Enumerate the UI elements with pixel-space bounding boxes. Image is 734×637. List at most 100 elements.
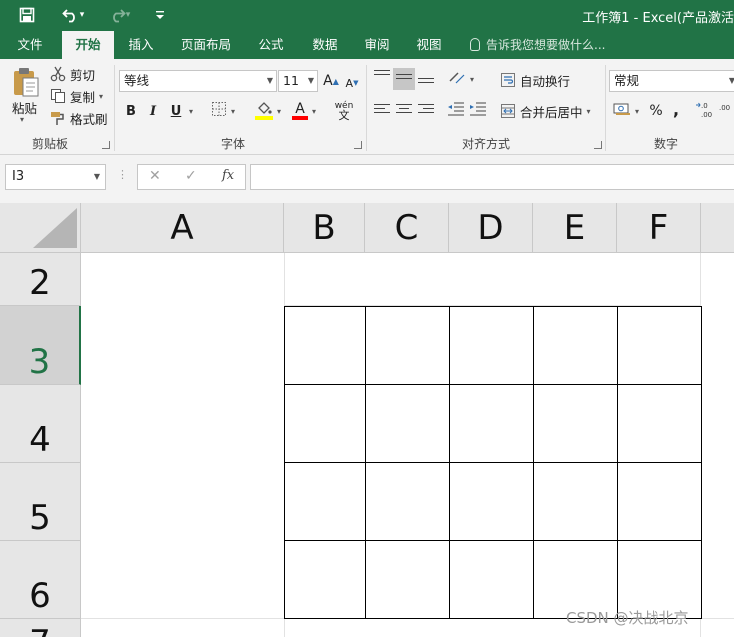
column-header-a[interactable]: A xyxy=(81,203,284,253)
font-size-select[interactable]: 11 ▼ xyxy=(278,70,318,92)
column-header-c[interactable]: C xyxy=(365,203,449,253)
table-cell[interactable] xyxy=(284,384,366,463)
font-name-select[interactable]: 等线 ▼ xyxy=(119,70,277,92)
align-right-button[interactable] xyxy=(416,100,436,122)
increase-indent-button[interactable] xyxy=(468,100,488,122)
comma-style-button[interactable]: , xyxy=(668,98,684,120)
copy-button[interactable]: 复制 ▾ xyxy=(50,86,103,106)
row-header-6[interactable]: 6 xyxy=(0,541,81,619)
decrease-font-size-button[interactable]: A ▼ xyxy=(344,72,360,94)
format-painter-icon xyxy=(50,110,66,126)
underline-button[interactable]: U xyxy=(167,100,185,122)
tab-insert[interactable]: 插入 xyxy=(120,31,162,59)
watermark: CSDN @决战北京 xyxy=(566,609,689,627)
table-cell[interactable] xyxy=(284,306,366,385)
tab-view[interactable]: 视图 xyxy=(408,31,450,59)
table-cell[interactable] xyxy=(284,540,366,619)
increase-decimal-button[interactable]: .0.00 xyxy=(694,100,716,122)
tab-data[interactable]: 数据 xyxy=(304,31,346,59)
percent-style-button[interactable]: % xyxy=(646,100,666,122)
underline-dropdown-icon[interactable]: ▾ xyxy=(186,100,196,122)
phonetic-guide-button[interactable]: wén 文 xyxy=(328,100,360,122)
fill-color-button[interactable]: ▾ xyxy=(250,100,286,122)
row-header-5[interactable]: 5 xyxy=(0,463,81,541)
format-painter-button[interactable]: 格式刷 xyxy=(50,108,108,128)
paste-button[interactable]: 粘贴 xyxy=(12,98,37,117)
tell-me-box[interactable]: 告诉我您想要做什么... xyxy=(470,31,605,59)
table-cell[interactable] xyxy=(449,306,534,385)
row-header-7[interactable]: 7 xyxy=(0,619,81,637)
formula-bar-grip-icon[interactable]: ⋮ xyxy=(117,168,128,181)
align-center-button[interactable] xyxy=(394,100,414,122)
accounting-format-button[interactable]: ▾ xyxy=(610,100,642,122)
tab-file[interactable]: 文件 xyxy=(8,31,52,59)
tab-home[interactable]: 开始 xyxy=(62,31,114,59)
table-cell[interactable] xyxy=(284,462,366,541)
copy-label: 复制 xyxy=(70,89,96,105)
table-cell[interactable] xyxy=(617,462,702,541)
tab-formulas[interactable]: 公式 xyxy=(250,31,292,59)
chevron-down-icon: ▼ xyxy=(266,76,273,85)
alignment-launcher-icon[interactable] xyxy=(594,141,602,149)
align-top-button[interactable] xyxy=(372,68,392,90)
table-cell[interactable] xyxy=(617,384,702,463)
merge-center-button[interactable]: 合并后居中 ▾ xyxy=(500,101,591,121)
chevron-down-icon[interactable]: ▾ xyxy=(587,107,591,116)
cancel-icon[interactable]: ✕ xyxy=(149,168,161,184)
column-header-g[interactable] xyxy=(701,203,734,253)
column-header-d[interactable]: D xyxy=(449,203,533,253)
copy-dropdown-icon[interactable]: ▾ xyxy=(99,92,103,101)
customize-qat-icon[interactable] xyxy=(152,4,168,26)
formula-input[interactable] xyxy=(250,164,734,190)
row-header-3[interactable]: 3 xyxy=(0,306,81,385)
align-middle-icon xyxy=(396,74,412,88)
decrease-indent-button[interactable] xyxy=(446,100,466,122)
row-header-2[interactable]: 2 xyxy=(0,253,81,306)
cut-button[interactable]: 剪切 xyxy=(50,64,95,84)
row-header-4[interactable]: 4 xyxy=(0,385,81,463)
increase-font-size-button[interactable]: A ▲ xyxy=(322,70,340,92)
align-bottom-button[interactable] xyxy=(416,68,436,90)
table-cell[interactable] xyxy=(365,384,450,463)
column-header-f[interactable]: F xyxy=(617,203,701,253)
table-cell[interactable] xyxy=(365,462,450,541)
save-icon[interactable] xyxy=(14,4,40,26)
worksheet-grid: A B C D E F 2 3 4 5 6 7 CSDN @决战北京 xyxy=(0,203,734,637)
chevron-down-icon[interactable]: ▼ xyxy=(94,165,100,189)
lightbulb-icon xyxy=(470,38,480,51)
column-header-e[interactable]: E xyxy=(533,203,617,253)
orientation-button[interactable]: ▾ xyxy=(446,68,476,90)
clipboard-launcher-icon[interactable] xyxy=(102,141,110,149)
table-cell[interactable] xyxy=(449,384,534,463)
column-header-b[interactable]: B xyxy=(284,203,365,253)
number-format-select[interactable]: 常规 ▼ xyxy=(609,70,734,92)
wrap-text-button[interactable]: 自动换行 xyxy=(500,70,570,90)
align-left-button[interactable] xyxy=(372,100,392,122)
paste-dropdown-icon[interactable]: ▾ xyxy=(20,115,24,124)
table-cell[interactable] xyxy=(365,306,450,385)
borders-button[interactable]: ▾ xyxy=(205,100,241,122)
decrease-decimal-icon[interactable]: .00 xyxy=(716,100,734,122)
table-cell[interactable] xyxy=(533,462,618,541)
undo-icon[interactable]: ▾ xyxy=(58,4,88,26)
table-cell[interactable] xyxy=(533,306,618,385)
tab-page-layout[interactable]: 页面布局 xyxy=(174,31,238,59)
table-cell[interactable] xyxy=(533,384,618,463)
italic-button[interactable]: I xyxy=(144,100,162,122)
table-cell[interactable] xyxy=(449,462,534,541)
enter-icon[interactable]: ✓ xyxy=(185,168,197,184)
table-cell[interactable] xyxy=(449,540,534,619)
align-middle-button[interactable] xyxy=(393,68,415,90)
font-launcher-icon[interactable] xyxy=(354,141,362,149)
name-box[interactable]: I3 ▼ xyxy=(5,164,106,190)
redo-icon[interactable]: ▾ xyxy=(104,4,134,26)
paste-icon[interactable] xyxy=(12,67,40,97)
table-cell[interactable] xyxy=(617,306,702,385)
select-all-button[interactable] xyxy=(0,203,81,253)
insert-function-button[interactable]: fx xyxy=(222,168,234,183)
table-cell[interactable] xyxy=(365,540,450,619)
tab-review[interactable]: 审阅 xyxy=(356,31,398,59)
svg-text:.0: .0 xyxy=(701,102,708,110)
bold-button[interactable]: B xyxy=(122,100,140,122)
font-color-button[interactable]: A ▾ xyxy=(286,100,322,122)
